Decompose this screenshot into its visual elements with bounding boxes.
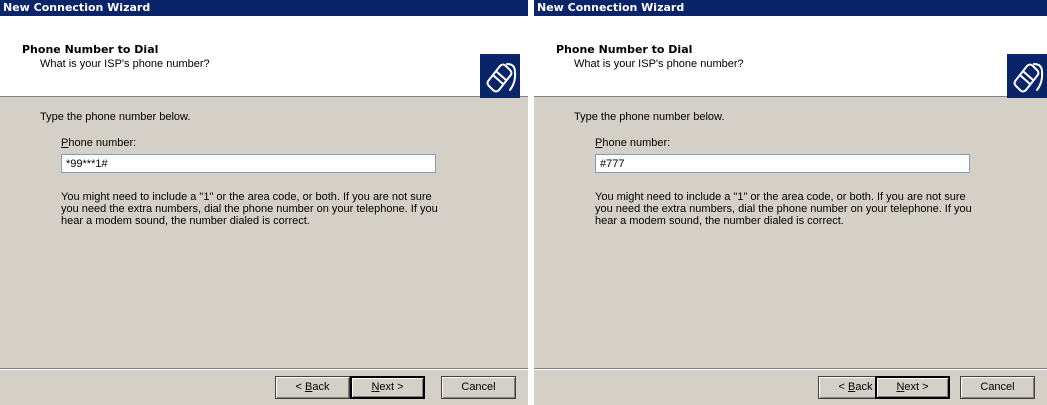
phone-label-rest: hone number: [602,137,671,149]
wizard-header: Phone Number to Dial What is your ISP's … [534,16,1047,98]
cancel-button[interactable]: Cancel [960,376,1035,399]
phone-number-label: Phone number: [61,137,136,149]
wizard-body: Type the phone number below. Phone numbe… [534,97,1047,405]
next-rest: ext > [379,381,404,393]
back-prefix: < [295,381,305,393]
help-text: You might need to include a "1" or the a… [595,191,972,227]
back-rest: ack [312,381,330,393]
back-prefix: < [838,381,848,393]
phone-handset-icon [480,54,520,98]
next-button[interactable]: Next > [350,376,425,399]
window-title: New Connection Wizard [0,0,528,16]
header-title: Phone Number to Dial [556,43,693,56]
wizard-window-right: New Connection Wizard Phone Number to Di… [534,0,1047,405]
phone-number-label: Phone number: [595,137,670,149]
next-button[interactable]: Next > [875,376,950,399]
phone-label-rest: hone number: [68,137,137,149]
wizard-header: Phone Number to Dial What is your ISP's … [0,16,528,98]
wizard-body: Type the phone number below. Phone numbe… [0,97,528,405]
help-text: You might need to include a "1" or the a… [61,191,438,227]
header-subtitle: What is your ISP's phone number? [574,58,744,70]
back-rest: ack [855,381,873,393]
wizard-window-left: New Connection Wizard Phone Number to Di… [0,0,528,405]
window-title: New Connection Wizard [534,0,1047,16]
phone-handset-icon [1007,54,1047,98]
button-separator [534,368,1047,370]
phone-number-input[interactable] [595,154,970,173]
header-title: Phone Number to Dial [22,43,159,56]
intro-text: Type the phone number below. [574,111,725,123]
intro-text: Type the phone number below. [40,111,191,123]
next-rest: ext > [904,381,929,393]
button-separator [0,368,528,370]
header-subtitle: What is your ISP's phone number? [40,58,210,70]
phone-number-input[interactable] [61,154,436,173]
back-button[interactable]: < Back [275,376,350,399]
cancel-button[interactable]: Cancel [441,376,516,399]
